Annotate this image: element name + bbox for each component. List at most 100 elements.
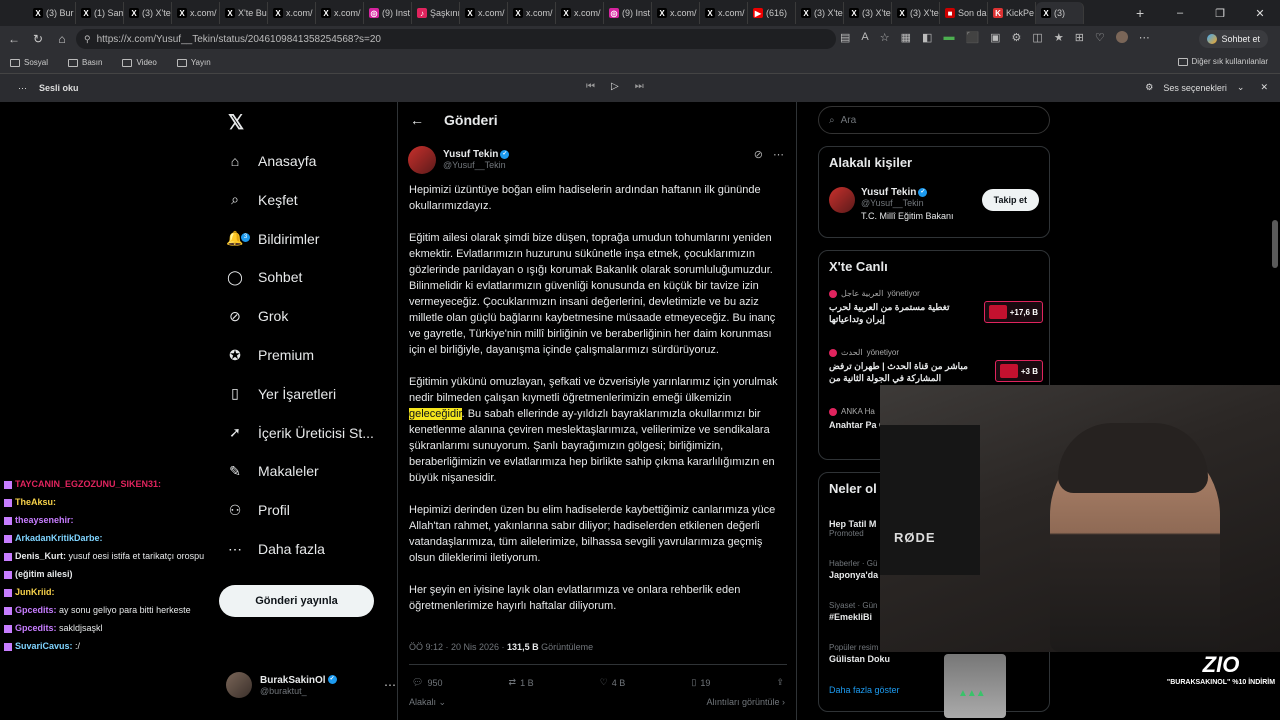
close-icon[interactable]: ✕ — [1240, 7, 1280, 20]
x-icon: X — [801, 8, 811, 18]
browser-tab[interactable]: Xx.com/ — [556, 2, 604, 24]
live-listeners-badge[interactable]: +3 B — [994, 360, 1043, 382]
back-arrow-icon[interactable]: ← — [410, 112, 424, 128]
split-screen-icon[interactable]: ◫ — [1032, 31, 1042, 44]
settings-more-icon[interactable]: ⋯ — [1139, 31, 1150, 44]
browser-tab[interactable]: Xx.com/ — [460, 2, 508, 24]
repost-button[interactable]: ⇄ 1 B — [509, 677, 534, 688]
browser-tab[interactable]: Xx.com/ — [652, 2, 700, 24]
nav-item-profile[interactable]: ⚇ Profil — [226, 495, 290, 525]
nav-item-chat[interactable]: ◯ Sohbet — [226, 262, 302, 292]
live-item[interactable]: الحدث yönetiyor مباشر من قناة الحدث | طهرا… — [829, 348, 1043, 384]
extension-icon[interactable]: ▦ — [901, 31, 911, 44]
browser-tab[interactable]: X X'te Bu — [220, 2, 268, 24]
browser-tab[interactable]: Xx.com/ — [268, 2, 316, 24]
scrollbar[interactable] — [1272, 220, 1278, 268]
x-logo-icon[interactable]: 𝕏 — [228, 110, 244, 135]
favorite-icon[interactable]: ☆ — [880, 31, 890, 44]
browser-tab[interactable]: ◎ (9) Inst — [604, 2, 652, 24]
nav-item-bookmark[interactable]: ▯ Yer İşaretleri — [226, 379, 336, 409]
chevron-down-icon[interactable]: ⌄ — [1237, 82, 1245, 93]
extension-icon[interactable]: ⬛ — [965, 31, 979, 44]
chat-badge-icon — [4, 606, 12, 615]
browser-tab[interactable]: X (3) X'te — [844, 2, 892, 24]
related-person[interactable]: Yusuf Tekin ✓ @Yusuf__Tekin T.C. Millî Eğ… — [829, 187, 954, 221]
like-button[interactable]: ♡ 4 B — [600, 677, 626, 688]
live-listeners-badge[interactable]: +17,6 B — [983, 301, 1043, 323]
avatar[interactable] — [408, 146, 436, 174]
refresh-icon[interactable]: ↻ — [26, 32, 50, 46]
reader-icon[interactable]: ▤ — [840, 31, 850, 44]
bookmark-folder[interactable]: Sosyal — [10, 58, 48, 67]
read-aloud-menu-icon[interactable]: ⋯ — [18, 83, 27, 94]
post-button[interactable]: Gönderi yayınla — [219, 585, 374, 617]
browser-tab[interactable]: X (3) — [1036, 2, 1084, 24]
browser-tab[interactable]: ♪ Şaşkını — [412, 2, 460, 24]
browser-tab[interactable]: ■ Son da — [940, 2, 988, 24]
search-input[interactable]: ⌕ Ara — [818, 106, 1050, 134]
browser-tab[interactable]: Xx.com/ — [700, 2, 748, 24]
more-icon[interactable]: ⋯ — [384, 678, 396, 692]
read-aloud-icon[interactable]: A — [861, 31, 868, 44]
extension-icon[interactable]: ▣ — [990, 31, 1000, 44]
view-quotes-link[interactable]: Alıntıları görüntüle › — [706, 697, 785, 708]
play-icon[interactable]: ▷ — [611, 81, 619, 92]
extension-icon[interactable]: ◧ — [922, 31, 932, 44]
extension-icon[interactable]: ⚙ — [1012, 31, 1022, 44]
browser-tab[interactable]: ◎ (9) Inst — [364, 2, 412, 24]
browser-tab[interactable]: X (3) X'te — [796, 2, 844, 24]
nav-item-home[interactable]: ⌂ Anasayfa — [226, 146, 317, 176]
bookmark-folder[interactable]: Basın — [68, 58, 102, 67]
reply-button[interactable]: 💬︎ 950 — [412, 677, 442, 688]
minimize-icon[interactable]: – — [1160, 7, 1200, 19]
profile-avatar[interactable] — [1115, 31, 1128, 43]
site-info-icon[interactable]: ⚲ — [84, 34, 91, 45]
bookmark-button[interactable]: ▯ 19 — [691, 677, 710, 688]
bookmark-folder[interactable]: Video — [122, 58, 157, 67]
show-more-link[interactable]: Daha fazla göster — [829, 685, 900, 695]
nav-item-rocket[interactable]: ➚ İçerik Üreticisi St... — [226, 418, 374, 448]
previous-icon[interactable]: ⏮ — [586, 81, 595, 92]
new-tab-icon[interactable]: + — [1136, 5, 1144, 21]
browser-tab[interactable]: K KickPe — [988, 2, 1036, 24]
browser-tab[interactable]: ▶ (616) — [748, 2, 796, 24]
voice-options-button[interactable]: Ses seçenekleri — [1163, 83, 1227, 93]
other-bookmarks[interactable]: Diğer sık kullanılanlar — [1177, 57, 1268, 66]
url-field[interactable]: ⚲ https://x.com/Yusuf__Tekin/status/2046… — [76, 29, 836, 49]
browser-tab[interactable]: X (1) Sam — [76, 2, 124, 24]
grok-explain-icon[interactable]: ⊘ — [754, 148, 763, 161]
follow-button[interactable]: Takip et — [981, 189, 1039, 211]
extension-icon[interactable]: ▬ — [943, 31, 954, 44]
bookmark-folder[interactable]: Yayın — [176, 58, 211, 67]
browser-tab[interactable]: X (3) Bur — [28, 2, 76, 24]
restore-icon[interactable]: ❐ — [1200, 7, 1240, 20]
nav-item-search[interactable]: ⌕ Keşfet — [226, 185, 298, 215]
nav-item-grok[interactable]: ⊘ Grok — [226, 301, 288, 331]
bookmark-icon: ▯ — [231, 385, 239, 402]
home-icon[interactable]: ⌂ — [50, 32, 74, 46]
collections-icon[interactable]: ⊞ — [1075, 31, 1084, 44]
back-icon[interactable]: ← — [2, 32, 26, 46]
favorites-icon[interactable]: ★ — [1054, 31, 1064, 44]
browser-tab[interactable]: X (3) X'te — [124, 2, 172, 24]
browser-tab[interactable]: Xx.com/ — [172, 2, 220, 24]
relevance-filter[interactable]: Alakalı ⌄ — [409, 697, 446, 708]
nav-item-more[interactable]: ⋯ Daha fazla — [226, 534, 325, 564]
post-author[interactable]: Yusuf Tekin ✓ @Yusuf__Tekin — [408, 146, 510, 174]
avatar[interactable] — [829, 187, 855, 213]
browser-tab[interactable]: Xx.com/ — [316, 2, 364, 24]
share-button[interactable]: ⇪ — [776, 677, 784, 688]
close-read-aloud-icon[interactable]: ✕ — [1260, 82, 1268, 93]
live-item[interactable]: العربية عاجل yönetiyor تغطية مستمرة من الع… — [829, 289, 1043, 325]
more-icon[interactable]: ⋯ — [773, 148, 784, 161]
voice-options-icon[interactable]: ⚙ — [1145, 82, 1153, 93]
nav-item-bell[interactable]: 🔔 3 Bildirimler — [226, 224, 319, 254]
copilot-chat-button[interactable]: Sohbet et — [1199, 30, 1268, 48]
next-icon[interactable]: ⏭ — [635, 81, 644, 92]
nav-item-premium[interactable]: ✪ Premium — [226, 340, 314, 370]
browser-essentials-icon[interactable]: ♡ — [1095, 31, 1105, 44]
browser-tab[interactable]: Xx.com/ — [508, 2, 556, 24]
browser-tab[interactable]: X (3) X'te — [892, 2, 940, 24]
account-switcher[interactable]: BurakSakinOl ✓ @buraktut_ ⋯ — [226, 668, 396, 702]
nav-item-article[interactable]: ✎ Makaleler — [226, 456, 319, 486]
